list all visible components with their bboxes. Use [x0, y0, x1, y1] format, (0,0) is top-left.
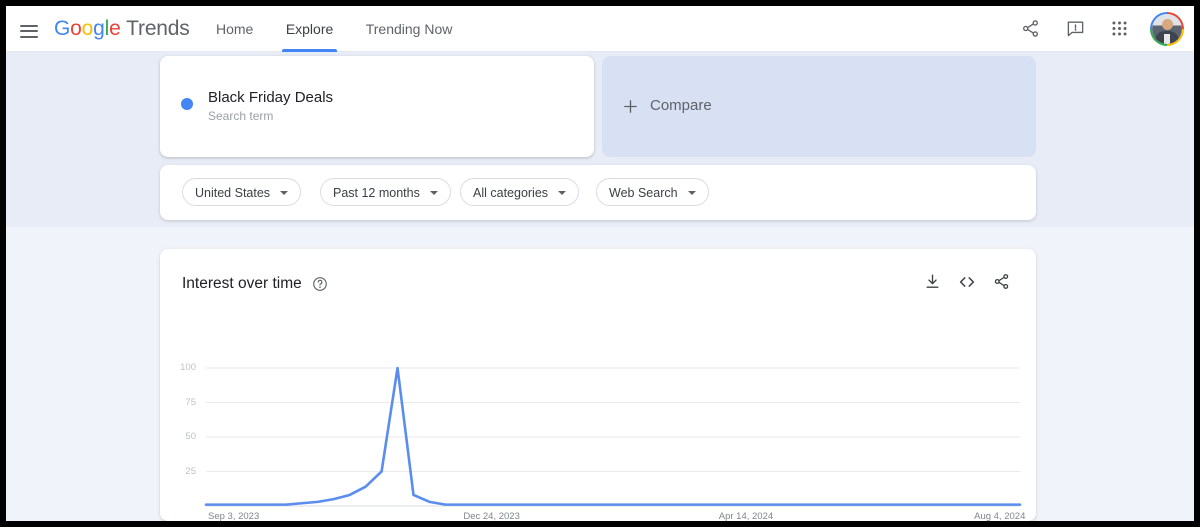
- category-filter[interactable]: All categories: [460, 178, 579, 206]
- share-icon[interactable]: [1011, 6, 1051, 52]
- x-axis-tick-label: Dec 24, 2023: [463, 511, 520, 521]
- header-actions: [1011, 6, 1184, 52]
- avatar-image: [1152, 14, 1182, 44]
- y-axis-tick-label: 25: [162, 466, 196, 477]
- avatar-shirt: [1164, 34, 1170, 44]
- top-app-bar: Google Trends Home Explore Trending Now: [6, 6, 1194, 52]
- compare-label: Compare: [650, 97, 712, 114]
- tab-trending-now[interactable]: Trending Now: [352, 6, 467, 52]
- filter-bar: United States Past 12 months All categor…: [160, 165, 1036, 220]
- y-axis-tick-label: 100: [162, 362, 196, 373]
- tab-home[interactable]: Home: [202, 6, 267, 52]
- chevron-down-icon: [280, 191, 288, 195]
- chart-line-series: [206, 368, 1020, 505]
- avatar[interactable]: [1150, 12, 1184, 46]
- browser-viewport: Google Trends Home Explore Trending Now: [6, 6, 1194, 521]
- search-term-card[interactable]: Black Friday Deals Search term: [160, 56, 594, 157]
- time-range-filter-label: Past 12 months: [333, 186, 420, 200]
- region-filter[interactable]: United States: [182, 178, 301, 206]
- chevron-down-icon: [688, 191, 696, 195]
- interest-over-time-chart[interactable]: [160, 249, 1036, 521]
- search-term-subtitle: Search term: [208, 109, 273, 123]
- y-axis-tick-label: 50: [162, 431, 196, 442]
- hamburger-menu-icon[interactable]: [16, 18, 42, 40]
- avatar-photo: [1152, 14, 1182, 44]
- main-nav-tabs: Home Explore Trending Now: [202, 6, 466, 52]
- search-type-filter-label: Web Search: [609, 186, 678, 200]
- avatar-head: [1162, 19, 1173, 30]
- google-trends-logo[interactable]: Google Trends: [54, 17, 190, 41]
- category-filter-label: All categories: [473, 186, 548, 200]
- compare-card[interactable]: Compare: [602, 56, 1036, 157]
- x-axis-tick-label: Aug 4, 2024: [974, 511, 1025, 521]
- chevron-down-icon: [430, 191, 438, 195]
- chevron-down-icon: [558, 191, 566, 195]
- x-axis-tick-label: Apr 14, 2024: [719, 511, 773, 521]
- series-color-dot: [181, 98, 193, 110]
- apps-grid-icon[interactable]: [1100, 6, 1140, 52]
- interest-over-time-card: Interest over time: [160, 249, 1036, 521]
- tab-explore[interactable]: Explore: [272, 6, 347, 52]
- y-axis-tick-label: 75: [162, 397, 196, 408]
- search-type-filter[interactable]: Web Search: [596, 178, 709, 206]
- x-axis-tick-label: Sep 3, 2023: [208, 511, 259, 521]
- feedback-icon[interactable]: [1055, 6, 1095, 52]
- search-term-title: Black Friday Deals: [208, 89, 333, 106]
- region-filter-label: United States: [195, 186, 270, 200]
- plus-icon: [622, 98, 639, 115]
- time-range-filter[interactable]: Past 12 months: [320, 178, 451, 206]
